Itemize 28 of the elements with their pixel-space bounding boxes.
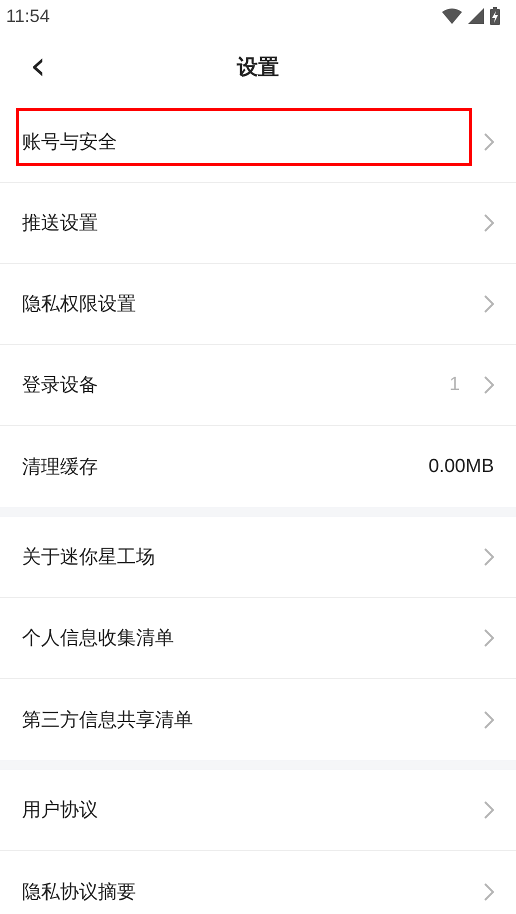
signal-icon: [468, 8, 484, 24]
settings-row[interactable]: 账号与安全: [0, 102, 516, 183]
page-title: 设置: [237, 54, 279, 81]
row-label: 隐私协议摘要: [22, 880, 137, 904]
settings-row[interactable]: 隐私协议摘要: [0, 851, 516, 914]
row-label: 关于迷你星工场: [22, 545, 156, 570]
status-time: 11:54: [6, 6, 50, 26]
settings-row[interactable]: 关于迷你星工场: [0, 517, 516, 598]
settings-row[interactable]: 隐私权限设置: [0, 264, 516, 345]
row-label: 用户协议: [22, 798, 99, 823]
wifi-icon: [442, 8, 462, 24]
settings-row[interactable]: 登录设备 1: [0, 345, 516, 426]
row-label: 推送设置: [22, 211, 99, 236]
row-label: 第三方信息共享清单: [22, 708, 194, 732]
settings-row[interactable]: 推送设置: [0, 183, 516, 264]
row-label: 登录设备: [22, 373, 99, 398]
settings-row[interactable]: 个人信息收集清单: [0, 598, 516, 679]
row-label: 隐私权限设置: [22, 292, 137, 317]
row-value: 1: [449, 374, 460, 396]
battery-charging-icon: [490, 7, 500, 25]
settings-row[interactable]: 用户协议: [0, 770, 516, 851]
back-button[interactable]: ‹: [24, 46, 52, 86]
row-label: 账号与安全: [22, 130, 118, 155]
row-value: 0.00MB: [428, 456, 494, 478]
settings-row[interactable]: 清理缓存 0.00MB: [0, 426, 516, 507]
row-label: 清理缓存: [22, 454, 99, 480]
settings-row[interactable]: 第三方信息共享清单: [0, 679, 516, 760]
row-label: 个人信息收集清单: [22, 626, 175, 651]
